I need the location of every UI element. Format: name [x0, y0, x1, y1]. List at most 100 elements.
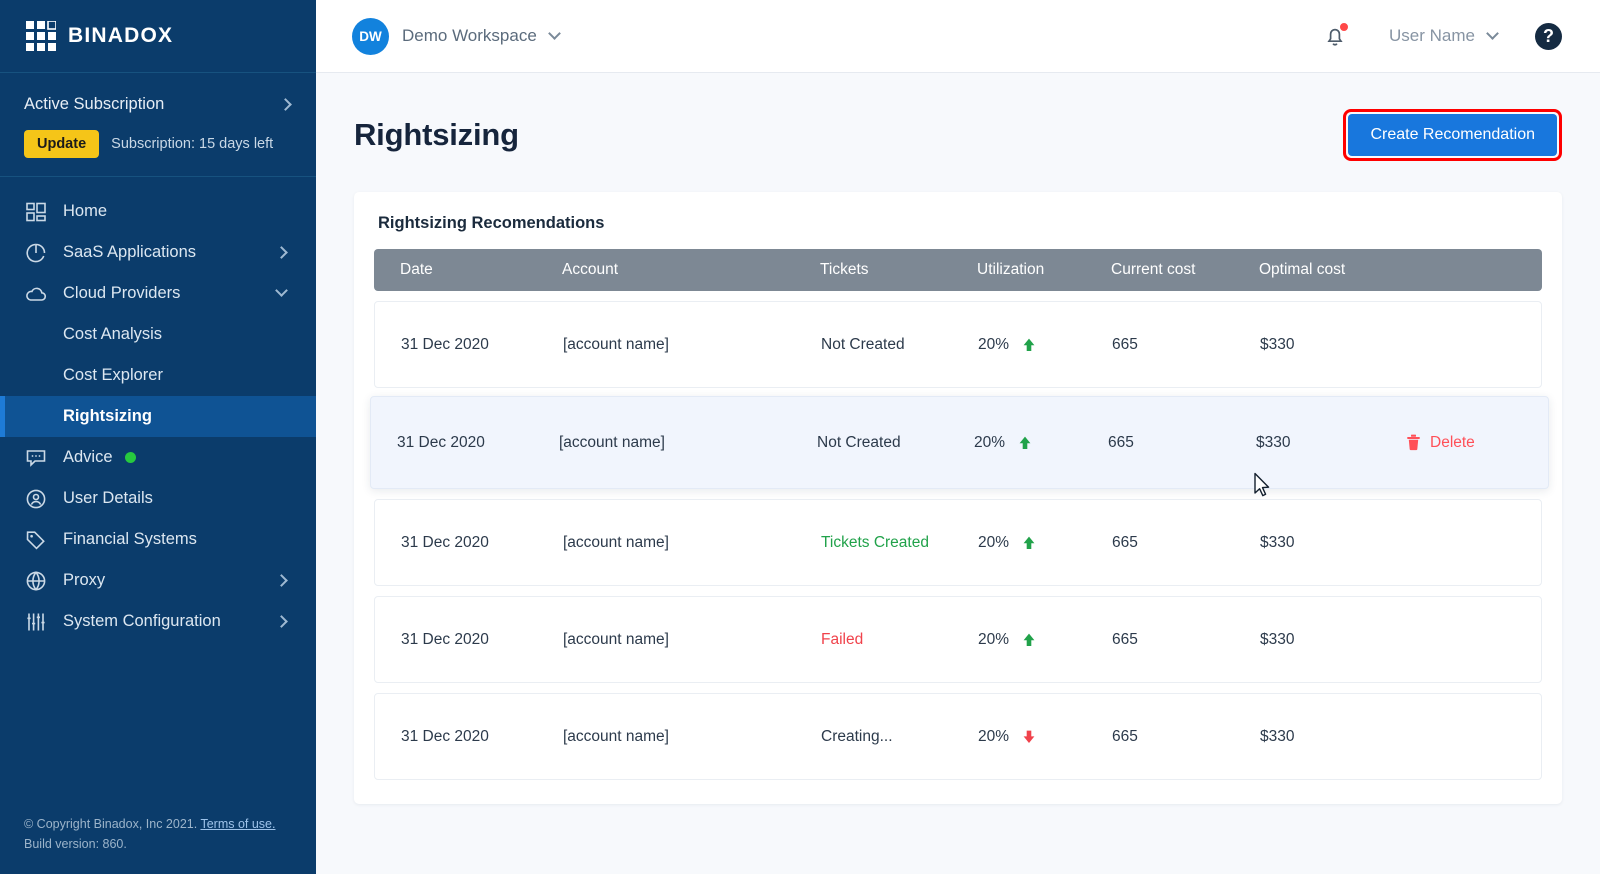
cloud-icon	[24, 282, 48, 306]
sidebar-item-saas-applications[interactable]: SaaS Applications	[0, 232, 316, 273]
utilization-value: 20%	[978, 727, 1010, 745]
cell-actions: Delete	[1406, 434, 1548, 452]
sidebar-item-home[interactable]: Home	[0, 191, 316, 232]
sidebar-item-label: Cost Explorer	[63, 366, 163, 384]
subscription-days-left: Subscription: 15 days left	[111, 136, 274, 152]
sidebar-item-system-configuration[interactable]: System Configuration	[0, 601, 316, 642]
status-badge: Not Created	[821, 335, 905, 353]
copyright-text: © Copyright Binadox, Inc 2021.	[24, 817, 198, 832]
sidebar-item-financial-systems[interactable]: Financial Systems	[0, 519, 316, 560]
user-circle-icon	[24, 487, 48, 511]
chevron-down-icon	[547, 26, 561, 40]
trend-up-arrow-icon	[1023, 633, 1035, 646]
table-header-row: Date Account Tickets Utilization Current…	[374, 249, 1542, 291]
cell-tickets-status: Failed	[821, 631, 978, 649]
cell-optimal-cost: $330	[1260, 533, 1295, 551]
cell-utilization: 20%	[978, 631, 1112, 649]
active-subscription-row[interactable]: Active Subscription	[0, 95, 316, 114]
utilization-value: 20%	[978, 630, 1010, 648]
cell-tickets-status: Tickets Created	[821, 534, 978, 552]
cell-date: 31 Dec 2020	[401, 727, 489, 745]
workspace-switcher[interactable]: DW Demo Workspace	[352, 17, 561, 55]
trend-down-arrow-icon	[1023, 730, 1035, 743]
sidebar-item-cloud-providers[interactable]: Cloud Providers	[0, 273, 316, 314]
chevron-right-icon	[275, 615, 288, 628]
comment-dots-icon	[24, 446, 48, 470]
cell-current-cost: 665	[1112, 630, 1138, 648]
main-area: DW Demo Workspace User Name ? Rightsizin…	[316, 0, 1600, 874]
sidebar-footer: © Copyright Binadox, Inc 2021. Terms of …	[0, 815, 316, 874]
cell-optimal-cost: $330	[1260, 335, 1295, 353]
cell-date: 31 Dec 2020	[397, 433, 485, 451]
sidebar-item-label: Advice	[63, 448, 113, 466]
cell-utilization: 20%	[978, 336, 1112, 354]
brand-logo[interactable]: BINADOX	[0, 0, 316, 73]
cell-account: [account name]	[563, 727, 669, 745]
dashboard-grid-icon	[24, 200, 48, 224]
create-recommendation-button[interactable]: Create Recomendation	[1348, 114, 1557, 156]
pie-chart-icon	[24, 241, 48, 265]
recommendations-card: Rightsizing Recomendations Date Account …	[354, 192, 1562, 804]
user-menu[interactable]: User Name	[1389, 26, 1499, 46]
delete-button[interactable]: Delete	[1406, 434, 1475, 452]
trash-icon	[1407, 434, 1420, 451]
sidebar-item-advice[interactable]: Advice	[0, 437, 316, 478]
sidebar-item-label: Home	[63, 202, 108, 220]
sidebar-item-user-details[interactable]: User Details	[0, 478, 316, 519]
cell-date: 31 Dec 2020	[401, 335, 489, 353]
help-question-icon[interactable]: ?	[1535, 22, 1562, 50]
globe-icon	[24, 569, 48, 593]
sidebar: BINADOX Active Subscription Update Subsc…	[0, 0, 316, 874]
sidebar-item-label: Rightsizing	[63, 407, 152, 425]
sliders-icon	[24, 610, 48, 634]
chevron-down-icon	[275, 284, 288, 297]
cell-account: [account name]	[563, 533, 669, 551]
sidebar-item-proxy[interactable]: Proxy	[0, 560, 316, 601]
sidebar-item-label: Cost Analysis	[63, 325, 163, 343]
sidebar-item-label: System Configuration	[63, 612, 221, 630]
cell-current-cost: 665	[1108, 433, 1134, 451]
table-row[interactable]: 31 Dec 2020 [account name] Not Created 20% 6…	[374, 301, 1542, 388]
update-button[interactable]: Update	[24, 130, 100, 158]
cell-date: 31 Dec 2020	[401, 533, 489, 551]
table-row[interactable]: 31 Dec 2020 [account name] Failed 20% 665 $33…	[374, 596, 1542, 683]
cell-utilization: 20%	[978, 534, 1112, 552]
cell-optimal-cost: $330	[1260, 727, 1295, 745]
column-header-utilization: Utilization	[977, 261, 1045, 278]
build-version-text: Build version: 860.	[24, 836, 127, 851]
status-badge: Creating...	[821, 727, 893, 745]
sidebar-item-label: Financial Systems	[63, 530, 197, 548]
trend-up-arrow-icon	[1023, 536, 1035, 549]
cell-optimal-cost: $330	[1256, 433, 1291, 451]
brand-name: BINADOX	[68, 24, 174, 47]
sidebar-item-label: SaaS Applications	[63, 243, 197, 261]
user-name-label: User Name	[1389, 26, 1475, 45]
page-title: Rightsizing	[354, 117, 519, 152]
notification-bell-icon[interactable]	[1323, 22, 1350, 49]
sidebar-item-rightsizing[interactable]: Rightsizing	[0, 396, 316, 437]
table-row[interactable]: 31 Dec 2020 [account name] Creating... 20% 6…	[374, 693, 1542, 780]
sidebar-item-cost-explorer[interactable]: Cost Explorer	[0, 355, 316, 396]
chevron-down-icon	[1486, 26, 1499, 40]
sidebar-item-label: Proxy	[63, 571, 106, 589]
column-header-tickets: Tickets	[820, 261, 869, 278]
sidebar-item-cost-analysis[interactable]: Cost Analysis	[0, 314, 316, 355]
cell-utilization: 20%	[978, 728, 1112, 746]
terms-of-use-link[interactable]: Terms of use.	[200, 817, 275, 831]
sidebar-nav: Home SaaS Applications Cloud Providers C…	[0, 177, 316, 815]
trend-up-arrow-icon	[1019, 436, 1031, 449]
cell-utilization: 20%	[974, 434, 1108, 452]
cell-tickets-status: Not Created	[821, 336, 978, 354]
utilization-value: 20%	[978, 533, 1010, 551]
utilization-value: 20%	[978, 335, 1010, 353]
column-header-date: Date	[400, 261, 433, 278]
card-title: Rightsizing Recomendations	[378, 214, 605, 232]
create-recommendation-highlight: Create Recomendation	[1343, 109, 1562, 161]
subscription-status-row: Update Subscription: 15 days left	[0, 130, 316, 158]
cell-account: [account name]	[559, 433, 665, 451]
top-bar: DW Demo Workspace User Name ?	[316, 0, 1600, 73]
table-row[interactable]: 31 Dec 2020 [account name] Not Created 20% 6…	[370, 396, 1549, 489]
column-header-optimal-cost: Optimal cost	[1259, 261, 1346, 278]
table-row[interactable]: 31 Dec 2020 [account name] Tickets Created…	[374, 499, 1542, 586]
cell-optimal-cost: $330	[1260, 630, 1295, 648]
